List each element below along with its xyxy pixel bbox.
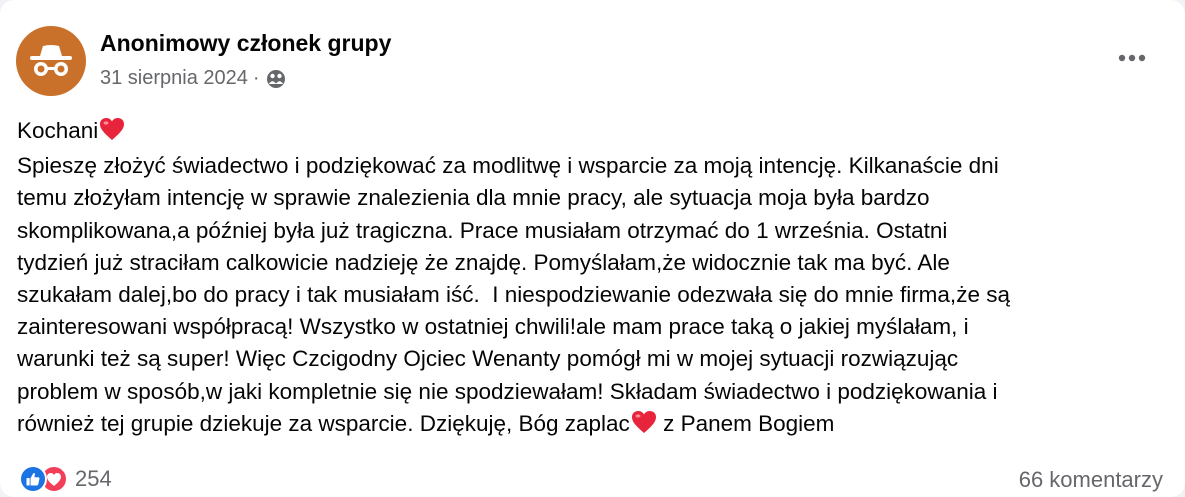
post-line: problem w sposób,w jaki kompletnie się n… (17, 378, 998, 404)
reactions-summary[interactable]: 254 (19, 465, 112, 493)
post-body: Kochani Spieszę złożyć świadectwo i podz… (17, 115, 1177, 443)
post-line: zainteresowani współpracą! Wszystko w os… (17, 314, 969, 340)
post-meta: 31 sierpnia 2024 · (100, 67, 286, 90)
post-line: temu złożyłam intencję w sprawie znalezi… (17, 185, 930, 211)
comments-count[interactable]: 66 komentarzy (1019, 467, 1163, 493)
avatar[interactable] (16, 26, 86, 96)
heart-emoji-icon (99, 117, 125, 150)
post-line: tydzień już straciłam calkowicie nadziej… (17, 249, 950, 275)
post-line: Spieszę złożyć świadectwo i podziękować … (17, 153, 999, 179)
more-options-icon (1118, 54, 1146, 62)
post-line-greeting: Kochani (17, 115, 1177, 150)
post-line: skomplikowana,a później była już tragicz… (17, 217, 948, 243)
post-line: warunki też są super! Więc Czcigodny Ojc… (17, 346, 959, 372)
anonymous-incognito-icon (30, 45, 72, 76)
like-reaction-icon (19, 465, 47, 493)
more-options-button[interactable] (1114, 44, 1150, 72)
meta-separator: · (252, 67, 260, 89)
post-line: szukałam dalej,bo do pracy i tak musiała… (17, 282, 1010, 308)
reaction-count[interactable]: 254 (75, 466, 112, 492)
post-footer: 254 66 komentarzy (0, 465, 1185, 497)
heart-emoji-icon (631, 410, 657, 443)
post-author[interactable]: Anonimowy członek grupy (100, 30, 391, 57)
post-date[interactable]: 31 sierpnia 2024 (100, 67, 248, 90)
post-card: Anonimowy członek grupy 31 sierpnia 2024… (0, 0, 1185, 497)
group-privacy-icon[interactable] (266, 69, 286, 89)
post-line-last: również tej grupie dziekuje za wsparcie.… (17, 408, 1177, 443)
